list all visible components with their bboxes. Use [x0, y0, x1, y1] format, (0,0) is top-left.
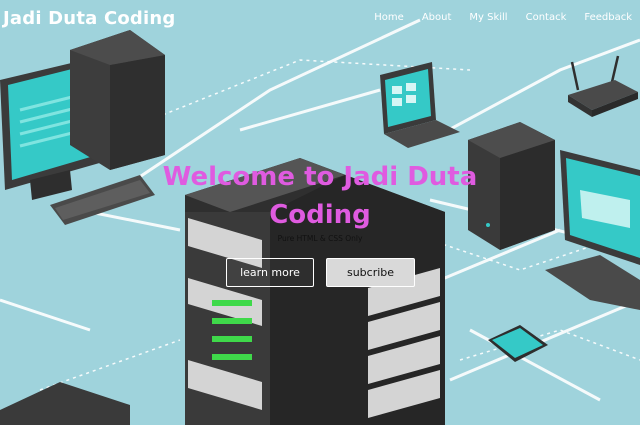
nav-link-contack[interactable]: Contack: [526, 12, 567, 23]
hero-title: Welcome to Jadi Duta Coding: [162, 162, 478, 230]
nav-link-home[interactable]: Home: [374, 12, 404, 23]
learn-more-button[interactable]: learn more: [226, 258, 314, 287]
hero-tagline: Pure HTML & CSS Only: [277, 234, 363, 243]
site-brand[interactable]: Jadi Duta Coding: [3, 8, 175, 29]
nav-link-about[interactable]: About: [422, 12, 452, 23]
tower-right-icon: [468, 122, 555, 250]
nav-link-feedback[interactable]: Feedback: [584, 12, 632, 23]
hero-content: Welcome to Jadi Duta Coding Pure HTML & …: [160, 158, 480, 243]
subscribe-button[interactable]: subcribe: [326, 258, 415, 287]
nav-link-my-skill[interactable]: My Skill: [469, 12, 507, 23]
nav-menu: Home About My Skill Contack Feedback: [356, 12, 632, 23]
tower-left-icon: [70, 30, 165, 170]
top-navbar: Jadi Duta Coding Home About My Skill Con…: [0, 0, 640, 40]
